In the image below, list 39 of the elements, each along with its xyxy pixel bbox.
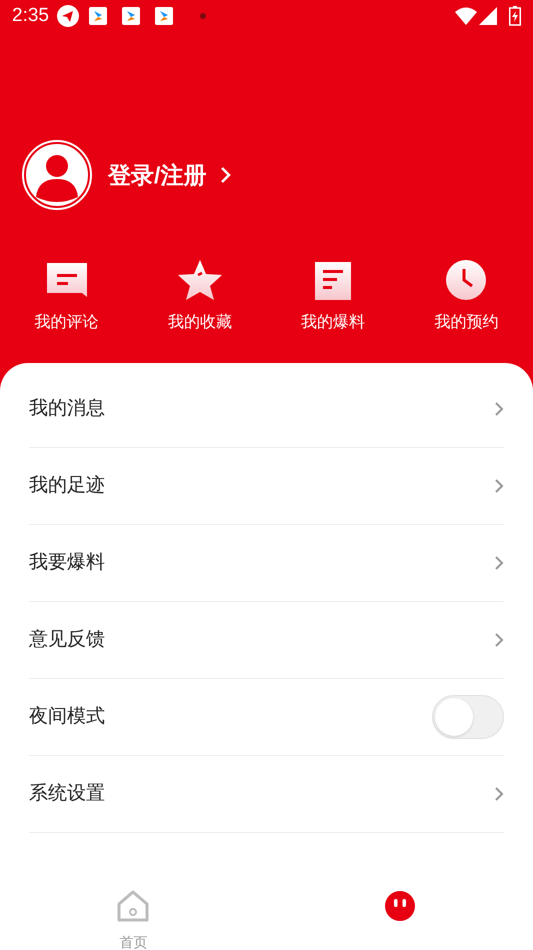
chevron-right-icon: [494, 401, 504, 417]
chevron-right-icon: [494, 632, 504, 648]
battery-icon: [509, 6, 521, 26]
menu-row[interactable]: 我要爆料: [29, 525, 504, 602]
home-icon: [116, 890, 150, 922]
menu-label: 我要爆料: [29, 550, 105, 575]
chevron-right-icon: [494, 555, 504, 571]
menu-row[interactable]: 意见反馈: [29, 602, 504, 679]
wifi-icon: [455, 7, 477, 25]
app-notification-icon: [122, 7, 140, 25]
menu-row[interactable]: 夜间模式: [29, 679, 504, 756]
menu-label: 意见反馈: [29, 628, 105, 652]
app-notification-icon: [154, 7, 173, 25]
app-notification-icon: [88, 7, 107, 25]
shortcut-button[interactable]: 我的爆料: [266, 257, 400, 335]
status-time: 2:35: [12, 4, 49, 28]
avatar-icon[interactable]: [21, 139, 93, 211]
document-icon: [314, 261, 352, 301]
shortcut-button[interactable]: 我的评论: [0, 257, 134, 335]
menu-label: 系统设置: [29, 782, 105, 806]
menu-row[interactable]: 我的消息: [29, 371, 504, 448]
chevron-right-icon: [494, 478, 504, 494]
menu-row[interactable]: 我的足迹: [29, 448, 504, 525]
star-icon: [176, 259, 224, 301]
shortcut-button[interactable]: 我的收藏: [133, 257, 266, 335]
chevron-right-icon: [494, 786, 504, 802]
dot-icon: [200, 13, 206, 19]
send-icon: [56, 5, 79, 27]
login-link[interactable]: 登录/注册: [108, 158, 232, 192]
menu-label: 我的足迹: [29, 474, 105, 498]
face-icon: [384, 890, 416, 922]
chevron-right-icon: [220, 166, 232, 184]
night-mode-switch[interactable]: [432, 695, 504, 739]
shortcut-button[interactable]: 我的预约: [400, 257, 533, 335]
clock-icon: [445, 259, 488, 301]
signal-icon: [479, 7, 497, 25]
menu-label: 夜间模式: [29, 704, 105, 729]
menu-label: 我的消息: [29, 396, 105, 421]
menu-row[interactable]: 系统设置: [29, 756, 504, 833]
